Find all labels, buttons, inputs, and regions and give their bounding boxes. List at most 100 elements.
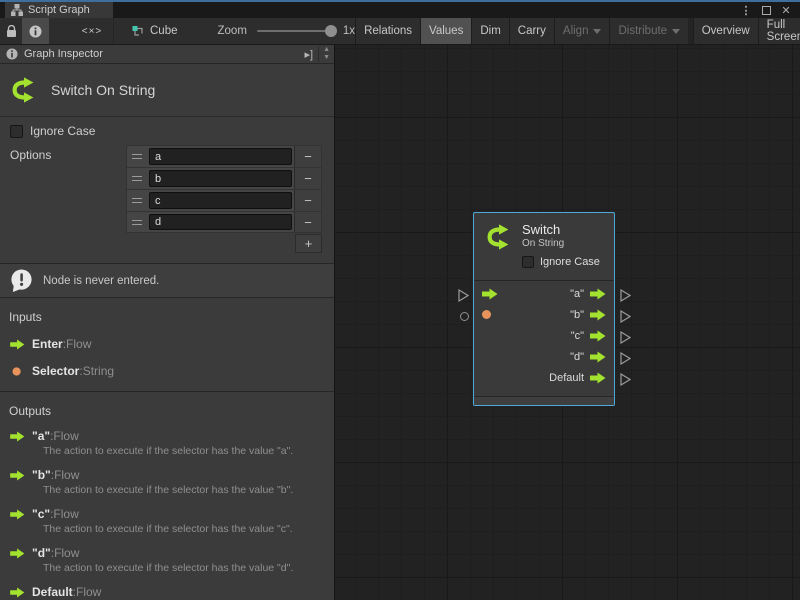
switch-node-icon: [9, 75, 39, 105]
scroll-down-icon[interactable]: ▼: [323, 54, 330, 62]
zoom-slider-handle[interactable]: [325, 25, 337, 37]
b-connection-triangle-icon[interactable]: [620, 310, 631, 328]
remove-option-button[interactable]: −: [294, 146, 321, 167]
option-input[interactable]: [149, 148, 292, 165]
window-menu-icon[interactable]: ⋮: [738, 3, 754, 17]
drag-handle-icon[interactable]: [127, 212, 147, 232]
output-port-d[interactable]: "d": [570, 351, 606, 363]
values-button[interactable]: Values: [420, 18, 471, 44]
graph-hierarchy-icon: [11, 4, 23, 16]
output-port-default[interactable]: Default: [549, 372, 606, 384]
option-input[interactable]: [149, 214, 292, 230]
node-ignore-case-checkbox[interactable]: [522, 256, 534, 268]
breadcrumb[interactable]: Cube: [132, 25, 178, 38]
warning-banner: Node is never entered.: [0, 263, 334, 298]
input-row-enter: Enter : Flow: [10, 337, 334, 351]
node-title-block: Switch On String: [0, 64, 334, 117]
remove-option-button[interactable]: −: [294, 190, 321, 211]
distribute-dropdown[interactable]: Distribute: [609, 18, 688, 44]
c-connection-triangle-icon[interactable]: [620, 331, 631, 349]
code-icon: <×>: [82, 26, 103, 37]
drag-handle-icon[interactable]: [127, 190, 147, 211]
ignore-case-label: Ignore Case: [30, 124, 95, 138]
remove-option-button[interactable]: −: [294, 212, 321, 232]
outputs-header: Outputs: [9, 404, 334, 418]
carry-button[interactable]: Carry: [509, 18, 554, 44]
option-input[interactable]: [149, 170, 292, 187]
node-header: Switch On String Ignore Case: [474, 213, 614, 281]
align-dropdown[interactable]: Align: [554, 18, 610, 44]
inspector-toggle-button[interactable]: [22, 18, 49, 44]
switch-node-icon: [484, 222, 514, 252]
flow-port-icon: [590, 288, 606, 300]
graph-canvas[interactable]: Switch On String Ignore Case: [335, 45, 800, 600]
close-icon[interactable]: ✕: [778, 3, 794, 17]
output-port-b[interactable]: "b": [570, 309, 606, 321]
zoom-slider[interactable]: [257, 30, 335, 32]
option-row: −: [126, 145, 322, 167]
panel-scroll-buttons[interactable]: ▲ ▼: [318, 46, 330, 62]
tab-label: Script Graph: [28, 4, 90, 16]
flow-port-icon: [590, 351, 606, 363]
enter-connection-triangle-icon[interactable]: [458, 289, 469, 307]
flow-port-icon: [590, 372, 606, 384]
flow-port-icon: [590, 309, 606, 321]
code-view-button[interactable]: <×>: [71, 18, 113, 44]
relations-button[interactable]: Relations: [355, 18, 420, 44]
ignore-case-checkbox[interactable]: [10, 125, 23, 138]
dock-panel-icon[interactable]: ▸]: [299, 48, 318, 61]
fullscreen-button[interactable]: Full Screen: [758, 18, 800, 44]
remove-option-button[interactable]: −: [294, 168, 321, 189]
dim-button[interactable]: Dim: [471, 18, 508, 44]
info-icon: [29, 25, 42, 38]
add-option-button[interactable]: +: [295, 234, 322, 253]
output-row-a: "a" : Flow The action to execute if the …: [10, 429, 334, 457]
selector-connection-circle-icon[interactable]: [460, 312, 469, 321]
d-connection-triangle-icon[interactable]: [620, 352, 631, 370]
tab-script-graph[interactable]: Script Graph: [5, 2, 113, 18]
flow-port-icon: [10, 339, 32, 350]
inspected-node-title: Switch On String: [51, 82, 155, 98]
window-controls: ⋮ ✕: [738, 2, 800, 18]
node-body: "a" "b" "c": [474, 281, 614, 388]
node-footer: [474, 396, 614, 405]
node-subtitle: On String: [522, 238, 564, 250]
info-icon: [6, 48, 18, 60]
graph-toolbar: <×> Cube Zoom 1x Relations Values: [0, 18, 800, 45]
default-connection-triangle-icon[interactable]: [620, 373, 631, 391]
output-row-c: "c" : Flow The action to execute if the …: [10, 507, 334, 535]
overview-button[interactable]: Overview: [693, 18, 758, 44]
graph-asset-icon: [132, 25, 145, 38]
zoom-value: 1x: [343, 25, 355, 37]
output-row-d: "d" : Flow The action to execute if the …: [10, 546, 334, 574]
a-connection-triangle-icon[interactable]: [620, 289, 631, 307]
inspector-title: Graph Inspector: [24, 48, 103, 60]
lock-button[interactable]: [0, 18, 22, 44]
string-value-port-icon: [10, 366, 32, 377]
scroll-up-icon[interactable]: ▲: [323, 46, 330, 54]
output-port-c[interactable]: "c": [571, 330, 606, 342]
chevron-down-icon: [672, 29, 680, 34]
flow-port-icon: [10, 509, 32, 520]
output-port-a[interactable]: "a": [570, 288, 606, 300]
chevron-down-icon: [593, 29, 601, 34]
maximize-icon[interactable]: [758, 3, 774, 17]
toolbar-left-group: <×>: [0, 18, 114, 44]
drag-handle-icon[interactable]: [127, 168, 147, 189]
option-row: −: [126, 189, 322, 211]
selector-value-port-icon[interactable]: [482, 310, 506, 319]
warning-bubble-icon: [9, 268, 34, 293]
toolbar-right-group: Relations Values Dim Carry Align Distrib…: [355, 18, 800, 44]
output-description: The action to execute if the selector ha…: [43, 484, 334, 496]
unity-visual-scripting-window: Script Graph ⋮ ✕: [0, 0, 800, 600]
option-input[interactable]: [149, 192, 292, 209]
flow-port-icon: [10, 470, 32, 481]
options-label: Options: [10, 145, 51, 253]
toolbar-middle-group: Cube Zoom 1x: [114, 18, 355, 44]
flow-port-icon: [590, 330, 606, 342]
flow-port-icon: [10, 587, 32, 598]
option-row: −: [126, 167, 322, 189]
drag-handle-icon[interactable]: [127, 146, 147, 167]
switch-on-string-node[interactable]: Switch On String Ignore Case: [473, 212, 615, 406]
enter-flow-port-icon[interactable]: [482, 288, 506, 300]
